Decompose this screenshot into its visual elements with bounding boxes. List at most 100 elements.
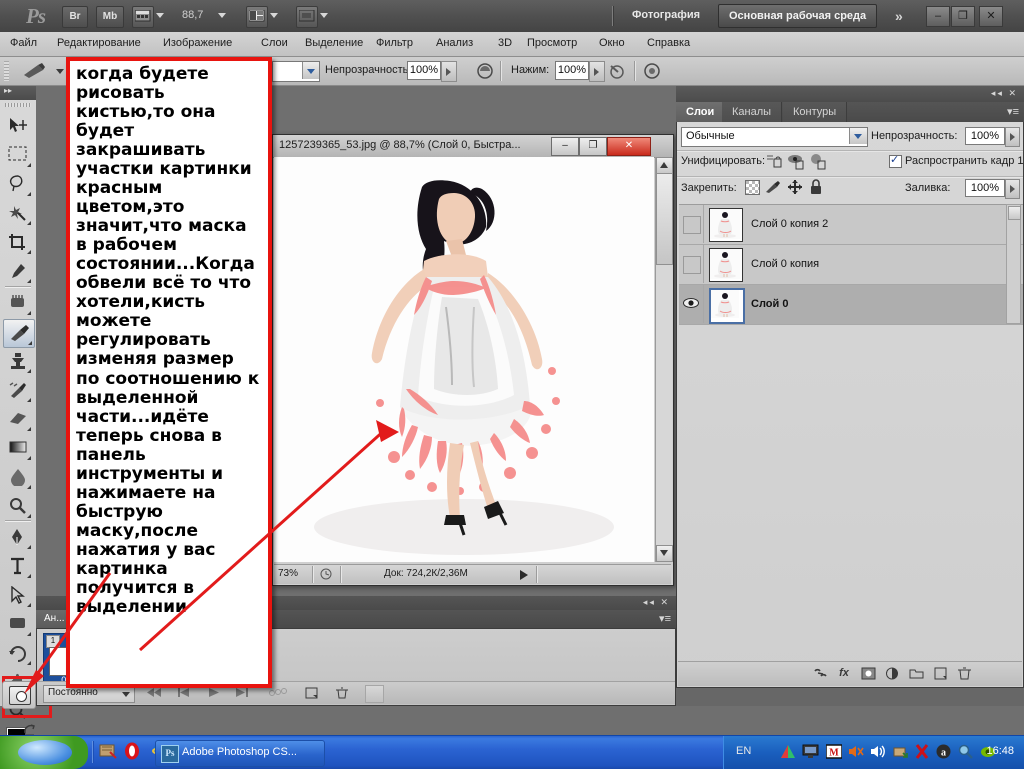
loop-chevron-down-icon[interactable] bbox=[122, 692, 130, 697]
panel-dock-controls[interactable]: ◂◂ ✕ bbox=[991, 88, 1018, 99]
tab-paths[interactable]: Контуры bbox=[783, 102, 848, 122]
fill-stepper[interactable] bbox=[1005, 179, 1020, 199]
workspace-essentials-button[interactable]: Основная рабочая среда bbox=[718, 4, 878, 28]
duplicate-frame-button[interactable] bbox=[305, 687, 319, 702]
flow-input[interactable]: 100% bbox=[555, 61, 589, 80]
eyedropper-tool[interactable] bbox=[3, 258, 33, 285]
document-titlebar[interactable]: 1257239365_53.jpg @ 88,7% (Слой 0, Быстр… bbox=[273, 135, 673, 158]
history-brush-tool[interactable] bbox=[3, 377, 33, 404]
crop-tool-more-icon[interactable] bbox=[23, 250, 31, 254]
convert-to-timeline-button[interactable] bbox=[365, 685, 384, 703]
menu-image[interactable]: Изображение bbox=[163, 37, 232, 49]
brush-tool[interactable] bbox=[3, 319, 35, 348]
healing-brush-tool[interactable] bbox=[3, 290, 33, 317]
lock-all-icon[interactable] bbox=[809, 179, 823, 195]
marquee-tool-more-icon[interactable] bbox=[23, 163, 31, 167]
mail-icon[interactable]: M bbox=[825, 744, 843, 759]
status-expand-icon[interactable] bbox=[520, 570, 530, 580]
lasso-tool[interactable] bbox=[3, 171, 33, 198]
select-previous-frame-button[interactable] bbox=[177, 687, 193, 701]
image-canvas[interactable] bbox=[274, 157, 654, 562]
kaspersky-icon[interactable] bbox=[914, 744, 929, 759]
propagate-frame-checkbox[interactable] bbox=[889, 153, 902, 168]
pen-tool[interactable] bbox=[3, 524, 33, 551]
path-selection-tool[interactable] bbox=[3, 582, 33, 609]
table-row[interactable]: Слой 0 копия 2 bbox=[679, 205, 1023, 245]
layer-mask-icon[interactable] bbox=[860, 667, 876, 682]
lock-image-pixels-icon[interactable] bbox=[765, 180, 781, 194]
layer-style-icon[interactable]: fx bbox=[836, 667, 852, 682]
fill-input[interactable]: 100% bbox=[965, 179, 1005, 197]
layers-scroll-thumb[interactable] bbox=[1008, 206, 1021, 220]
panel-collapse-icon[interactable]: ◂◂ bbox=[991, 88, 1004, 98]
scroll-up-button[interactable] bbox=[656, 157, 673, 174]
blur-tool[interactable] bbox=[3, 464, 33, 491]
link-layers-icon[interactable] bbox=[812, 667, 828, 682]
menu-edit[interactable]: Редактирование bbox=[57, 37, 141, 49]
scroll-thumb[interactable] bbox=[656, 173, 673, 265]
clone-stamp-tool-more-icon[interactable] bbox=[23, 369, 31, 373]
blend-mode-chevron-down-icon[interactable] bbox=[849, 128, 867, 144]
arrange-documents-icon[interactable] bbox=[246, 6, 268, 28]
blend-mode-select[interactable]: Обычные bbox=[681, 127, 868, 147]
menu-filter[interactable]: Фильтр bbox=[376, 37, 413, 49]
tools-panel-grip[interactable] bbox=[5, 103, 31, 107]
delete-frame-button[interactable] bbox=[335, 687, 349, 702]
scroll-down-button[interactable] bbox=[656, 545, 673, 562]
avast-icon[interactable] bbox=[780, 744, 795, 759]
clock[interactable]: 16:48 bbox=[986, 745, 1014, 757]
quick-mask-button[interactable] bbox=[2, 681, 36, 709]
taskbar-item-photoshop[interactable]: Ps Adobe Photoshop CS... bbox=[155, 740, 325, 767]
dodge-tool[interactable] bbox=[3, 493, 33, 520]
menu-help[interactable]: Справка bbox=[647, 37, 690, 49]
arrange-chevron-down-icon[interactable] bbox=[270, 13, 278, 18]
play-animation-button[interactable] bbox=[207, 687, 221, 701]
opacity-stepper[interactable] bbox=[441, 61, 457, 82]
brush-mode-chevron-down-icon[interactable] bbox=[302, 62, 319, 79]
screen-mode-chevron-down-icon[interactable] bbox=[320, 13, 328, 18]
brush-preset-icon[interactable] bbox=[20, 62, 54, 80]
magic-wand-tool-more-icon[interactable] bbox=[23, 221, 31, 225]
delete-layer-icon[interactable] bbox=[956, 667, 972, 682]
eye-icon-off[interactable] bbox=[683, 256, 701, 274]
history-brush-tool-more-icon[interactable] bbox=[23, 398, 31, 402]
clone-stamp-tool[interactable] bbox=[3, 348, 33, 375]
type-tool-more-icon[interactable] bbox=[23, 574, 31, 578]
new-group-icon[interactable] bbox=[908, 667, 924, 682]
select-next-frame-button[interactable] bbox=[235, 687, 251, 701]
zoom-chevron-down-icon[interactable] bbox=[218, 13, 226, 18]
menu-file[interactable]: Файл bbox=[10, 37, 37, 49]
brush-mode-select[interactable] bbox=[272, 61, 320, 82]
launch-mini-bridge-button[interactable]: Mb bbox=[96, 6, 124, 28]
usb-safely-remove-icon[interactable] bbox=[892, 744, 908, 759]
animation-panel-menu-icon[interactable]: ▾≡ bbox=[659, 612, 671, 625]
layer-visibility-cell[interactable] bbox=[679, 205, 704, 243]
adjustment-layer-icon[interactable] bbox=[884, 667, 900, 682]
menu-layers[interactable]: Слои bbox=[261, 37, 288, 49]
screen-mode-icon[interactable] bbox=[296, 6, 318, 28]
volume-icon[interactable] bbox=[870, 744, 885, 759]
layer-visibility-cell[interactable] bbox=[679, 245, 704, 283]
layers-opacity-stepper[interactable] bbox=[1005, 127, 1020, 147]
window-minimize-button[interactable]: – bbox=[926, 6, 950, 27]
amazon-icon[interactable]: a bbox=[936, 744, 951, 759]
dodge-tool-more-icon[interactable] bbox=[23, 514, 31, 518]
eraser-tool[interactable] bbox=[3, 406, 33, 433]
animation-panel-controls[interactable]: ◂◂ ✕ bbox=[643, 597, 670, 608]
workspace-photography-button[interactable]: Фотография bbox=[632, 9, 700, 21]
magic-wand-tool[interactable] bbox=[3, 200, 33, 227]
table-row[interactable]: Слой 0 bbox=[679, 285, 1023, 325]
layer-visibility-cell[interactable] bbox=[679, 285, 704, 323]
language-indicator[interactable]: EN bbox=[736, 745, 751, 757]
unify-style-icon[interactable] bbox=[809, 153, 827, 171]
workspace-more-chevron-icon[interactable]: » bbox=[895, 8, 903, 24]
new-layer-icon[interactable] bbox=[932, 667, 948, 682]
layers-opacity-input[interactable]: 100% bbox=[965, 127, 1005, 145]
menu-select[interactable]: Выделение bbox=[305, 37, 363, 49]
menu-3d[interactable]: 3D bbox=[498, 37, 512, 49]
table-row[interactable]: Слой 0 копия bbox=[679, 245, 1023, 285]
eraser-tool-more-icon[interactable] bbox=[23, 427, 31, 431]
lock-transparent-pixels-icon[interactable] bbox=[745, 180, 760, 195]
gradient-tool-more-icon[interactable] bbox=[23, 456, 31, 460]
search-icon[interactable] bbox=[958, 744, 973, 759]
